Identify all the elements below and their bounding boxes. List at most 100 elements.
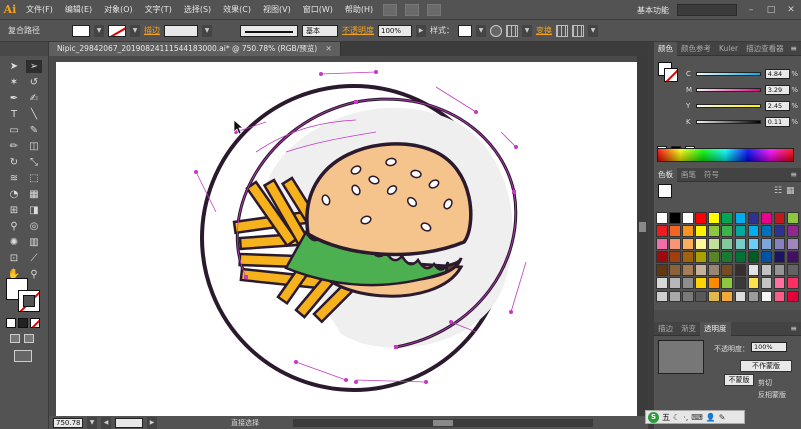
swatch-menu-icon[interactable]: ≡	[790, 170, 801, 179]
swatch-cell[interactable]	[721, 225, 734, 237]
tab-swatches[interactable]: 色板	[654, 167, 677, 182]
direct-selection-tool-icon[interactable]: ➢	[26, 60, 42, 73]
swatch-cell[interactable]	[786, 225, 799, 237]
fill-stroke-control[interactable]	[6, 278, 42, 312]
align-dropdown[interactable]: ▼	[522, 24, 532, 37]
swatch-fill-box[interactable]	[658, 184, 672, 198]
swatch-cell[interactable]	[734, 264, 747, 276]
shape-builder-tool-icon[interactable]: ◔	[6, 188, 22, 201]
transparency-menu-icon[interactable]: ≡	[790, 324, 801, 333]
horizontal-scroll-thumb[interactable]	[433, 419, 453, 426]
swatch-cell[interactable]	[708, 264, 720, 276]
swatch-cell[interactable]	[682, 225, 694, 237]
brush-definition-dropdown[interactable]: 基本	[302, 24, 338, 37]
align-icon[interactable]	[506, 24, 518, 37]
variable-width-profile[interactable]	[240, 24, 298, 37]
magenta-slider[interactable]	[695, 88, 761, 92]
curvature-tool-icon[interactable]: ✍	[26, 92, 42, 105]
swatch-cell[interactable]	[682, 212, 694, 224]
document-tab[interactable]: Nipic_29842067_20190824111544183000.ai* …	[49, 42, 341, 56]
ime-mode[interactable]: 五	[662, 412, 670, 423]
make-mask-button[interactable]: 不作蒙版	[740, 360, 792, 372]
swatch-cell[interactable]	[682, 238, 694, 250]
swatch-cell[interactable]	[760, 264, 773, 276]
help-search-input[interactable]	[677, 4, 737, 16]
magenta-value[interactable]: 3.29	[764, 85, 791, 95]
swatch-cell[interactable]	[695, 290, 707, 303]
pen-tool-icon[interactable]: ✒	[6, 92, 22, 105]
zoom-dropdown[interactable]: ▼	[87, 416, 97, 429]
gradient-tool-icon[interactable]: ◨	[26, 204, 42, 217]
swatch-cell[interactable]	[721, 264, 734, 276]
swatch-cell[interactable]	[708, 251, 720, 263]
tab-gradient[interactable]: 渐变	[677, 322, 700, 336]
fill-dropdown[interactable]: ▼	[94, 24, 104, 37]
scale-tool-icon[interactable]: ⤡	[26, 156, 42, 169]
swatch-cell[interactable]	[786, 290, 799, 303]
recolor-artwork-icon[interactable]	[490, 24, 502, 37]
artboard-tool-icon[interactable]: ⊡	[6, 252, 22, 265]
swatch-cell[interactable]	[773, 212, 786, 224]
swatch-cell[interactable]	[721, 290, 734, 303]
swatch-cell[interactable]	[721, 277, 734, 290]
ime-logo-icon[interactable]: S	[648, 411, 659, 423]
artboard[interactable]	[56, 62, 639, 416]
first-artboard-button[interactable]: ◀	[101, 416, 111, 429]
stroke-weight-input[interactable]	[164, 24, 198, 37]
style-dropdown[interactable]: ▼	[476, 24, 486, 37]
stroke-swatch[interactable]	[108, 24, 126, 37]
swatch-cell[interactable]	[734, 251, 747, 263]
transform-panel-link[interactable]: 变换	[536, 25, 552, 36]
black-slider[interactable]	[695, 120, 761, 124]
swatch-cell[interactable]	[695, 251, 707, 263]
opacity-input[interactable]: 100%	[378, 24, 412, 37]
draw-behind-icon[interactable]	[24, 334, 34, 343]
close-button[interactable]: ✕	[785, 4, 797, 16]
swatch-cell[interactable]	[695, 277, 707, 290]
tab-brushes[interactable]: 画笔	[677, 168, 700, 182]
ime-user-icon[interactable]: 👤	[706, 413, 716, 422]
swatch-cell[interactable]	[760, 290, 773, 303]
swatch-cell[interactable]	[747, 290, 760, 303]
color-mode-icon[interactable]	[6, 318, 16, 328]
artboard-number-input[interactable]	[115, 417, 143, 428]
selection-tool-icon[interactable]: ➤	[6, 60, 22, 73]
swatch-cell[interactable]	[721, 251, 734, 263]
swatch-cell[interactable]	[669, 290, 681, 303]
swatch-cell[interactable]	[695, 238, 707, 250]
magic-wand-tool-icon[interactable]: ✶	[6, 76, 22, 89]
lasso-tool-icon[interactable]: ↺	[26, 76, 42, 89]
panel-menu-icon[interactable]: ≡	[790, 44, 801, 53]
opacity-panel-link[interactable]: 不透明度	[342, 25, 374, 36]
blend-tool-icon[interactable]: ◎	[26, 220, 42, 233]
tab-kuler[interactable]: Kuler	[715, 42, 742, 56]
swatch-cell[interactable]	[786, 238, 799, 250]
swatch-cell[interactable]	[708, 238, 720, 250]
flip-icon[interactable]	[572, 24, 584, 37]
panel-opacity-input[interactable]: 100%	[751, 342, 787, 352]
color-spectrum[interactable]	[657, 148, 794, 162]
swatch-cell[interactable]	[786, 251, 799, 263]
document-close-icon[interactable]: ✕	[326, 44, 332, 53]
tab-symbols[interactable]: 符号	[700, 168, 723, 182]
tab-stroke-viewer[interactable]: 描边查看器	[742, 42, 788, 56]
swatch-cell[interactable]	[656, 290, 668, 303]
workspace-switcher[interactable]: 基本功能	[637, 5, 669, 16]
yellow-value[interactable]: 2.45	[764, 101, 791, 111]
swatch-cell[interactable]	[669, 212, 681, 224]
swatch-cell[interactable]	[747, 238, 760, 250]
next-artboard-button[interactable]: ▶	[147, 416, 157, 429]
menu-view[interactable]: 视图(V)	[257, 4, 297, 15]
swatch-cell[interactable]	[786, 277, 799, 290]
ime-keyboard-icon[interactable]: ⌨	[691, 413, 703, 422]
swatch-cell[interactable]	[734, 212, 747, 224]
perspective-grid-tool-icon[interactable]: ▦	[26, 188, 42, 201]
thumbnail-view-icon[interactable]: ▦	[786, 186, 795, 196]
black-value[interactable]: 0.11	[764, 117, 791, 127]
tab-color[interactable]: 颜色	[654, 41, 677, 56]
arrange-documents-icon[interactable]	[405, 3, 420, 16]
swatch-cell[interactable]	[760, 277, 773, 290]
swatch-cell[interactable]	[656, 277, 668, 290]
warp-tool-icon[interactable]: ≋	[6, 172, 22, 185]
control-menu-dropdown[interactable]: ▼	[588, 24, 598, 37]
